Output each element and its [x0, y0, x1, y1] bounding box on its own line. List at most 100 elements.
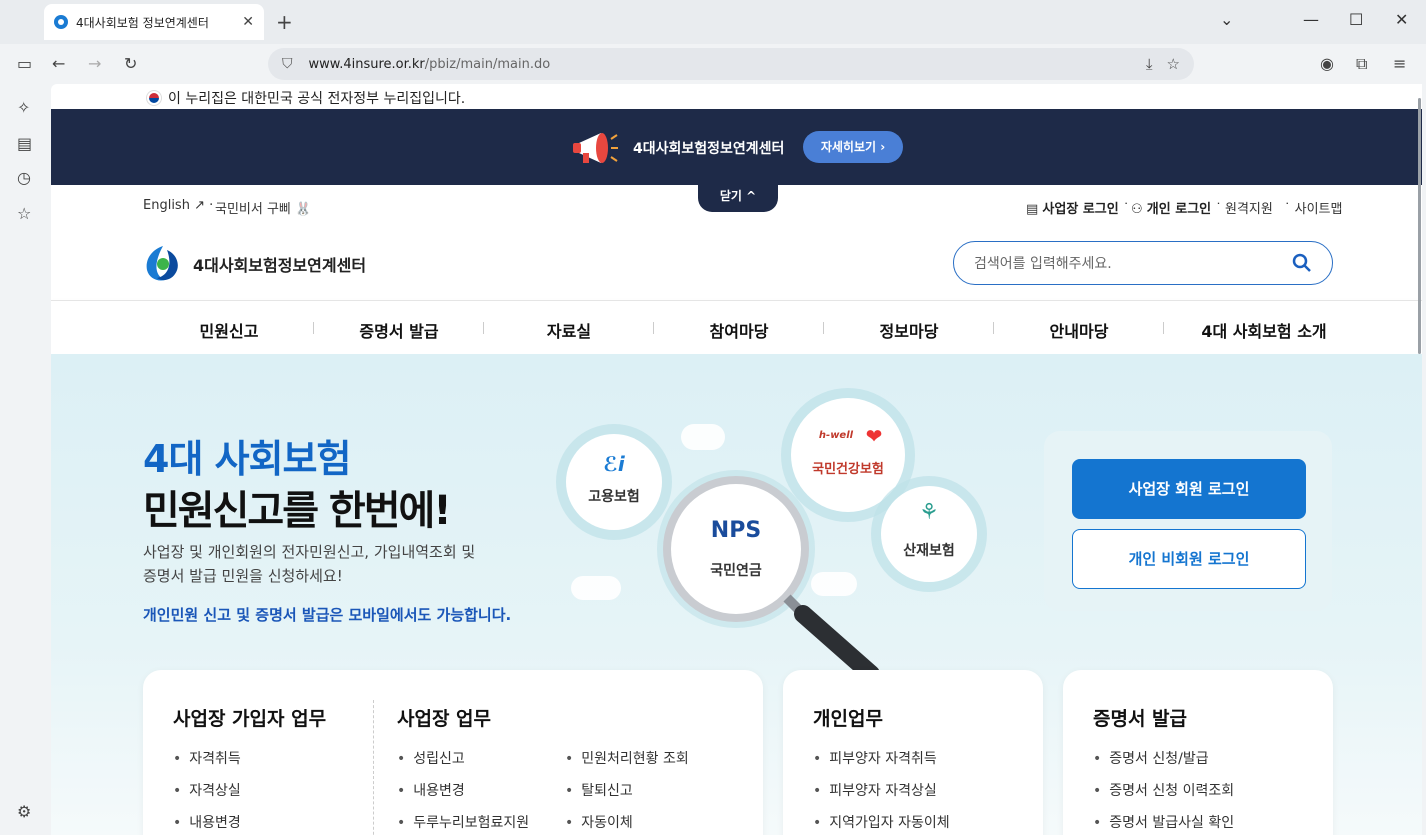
list-item[interactable]: 탈퇴신고: [565, 780, 633, 800]
hero-title-blue: 4대 사회보험: [143, 437, 351, 481]
banner-close-button[interactable]: 닫기 ^: [698, 184, 778, 212]
sitemap-link[interactable]: ˙ 사이트맵: [1284, 198, 1342, 217]
biz-subscriber-title: 사업장 가입자 업무: [173, 708, 327, 730]
personal-services-card: 개인업무 피부양자 자격취득 피부양자 자격상실 지역가입자 자동이체: [783, 670, 1043, 835]
tab-list-chevron-icon[interactable]: ⌄: [1220, 10, 1233, 29]
close-tab-icon[interactable]: ✕: [242, 14, 254, 30]
personal-title: 개인업무: [813, 708, 883, 730]
list-item[interactable]: 내용변경: [397, 780, 465, 800]
site-info-icon[interactable]: ⛉: [282, 56, 293, 72]
hero-section: 4대 사회보험 민원신고를 한번에! 사업장 및 개인회원의 전자민원신고, 가…: [51, 354, 1422, 835]
minimize-icon[interactable]: —: [1303, 10, 1319, 29]
list-item[interactable]: 두루누리보험료지원: [397, 812, 529, 832]
copilot-icon[interactable]: ✧: [17, 98, 30, 117]
list-item[interactable]: 증명서 발급사실 확인: [1093, 812, 1234, 832]
cert-title: 증명서 발급: [1093, 708, 1188, 730]
biz-services-card: 사업장 가입자 업무 자격취득 자격상실 내용변경 사업장 업무 성립신고 내용…: [143, 670, 763, 835]
list-item[interactable]: 증명서 신청/발급: [1093, 748, 1208, 768]
cloud-decoration: [681, 424, 725, 450]
health-label: 국민건강보험: [812, 462, 884, 477]
list-item[interactable]: 피부양자 자격취득: [813, 748, 937, 768]
hero-title-black: 민원신고를 한번에!: [143, 488, 452, 534]
login-panel: 사업장 회원 로그인 개인 비회원 로그인: [1044, 431, 1332, 611]
web-page: 이 누리집은 대한민국 공식 전자정부 누리집입니다. 4대사회보험정보연계센터…: [51, 84, 1422, 835]
gov-notice-text: 이 누리집은 대한민국 공식 전자정부 누리집입니다.: [168, 91, 466, 107]
profile-icon[interactable]: ◉: [1320, 54, 1334, 74]
hero-desc-line1: 사업장 및 개인회원의 전자민원신고, 가입내역조회 및: [143, 543, 476, 561]
biz-title: 사업장 업무: [397, 708, 492, 730]
certificate-card: 증명서 발급 증명서 신청/발급 증명서 신청 이력조회 증명서 발급사실 확인: [1063, 670, 1333, 835]
site-logo[interactable]: 4대사회보험정보연계센터: [143, 244, 366, 284]
page-scrollbar[interactable]: [1418, 98, 1421, 354]
gnb-item-guide[interactable]: 안내마당: [994, 318, 1164, 342]
collections-icon[interactable]: ▤: [17, 134, 32, 153]
biz-member-login-button[interactable]: 사업장 회원 로그인: [1072, 459, 1306, 519]
employment-logo-icon: ℰi: [603, 452, 625, 476]
pension-label: 국민연금: [710, 563, 762, 579]
magnifier-handle-icon: [783, 594, 880, 674]
remote-support-link[interactable]: 원격지원: [1225, 198, 1273, 217]
banner-details-button[interactable]: 자세히보기 ›: [803, 131, 903, 163]
gnb-item-info[interactable]: 정보마당: [824, 318, 994, 342]
cloud-decoration: [811, 572, 857, 596]
gnb-item-participation[interactable]: 참여마당: [654, 318, 824, 342]
install-app-icon[interactable]: ⤓: [1146, 55, 1153, 73]
settings-gear-icon[interactable]: ⚙: [17, 802, 31, 821]
list-item[interactable]: 자동이체: [565, 812, 633, 832]
back-icon[interactable]: ←: [52, 54, 65, 74]
tab-bar: 4대사회보험 정보연계센터 ✕ + ⌄ — ☐ ✕: [0, 0, 1426, 44]
gnb-item-certificate[interactable]: 증명서 발급: [314, 318, 484, 342]
megaphone-icon: [573, 133, 618, 163]
english-link[interactable]: English ↗ ·: [143, 198, 213, 213]
browser-toolbar: ▭ ← → ↻ ⛉ www.4insure.or.kr/pbiz/main/ma…: [0, 44, 1426, 84]
reload-icon[interactable]: ↻: [124, 54, 137, 74]
korea-flag-icon: [146, 90, 162, 106]
close-window-icon[interactable]: ✕: [1395, 10, 1408, 29]
nps-logo: NPS: [710, 518, 762, 543]
address-bar[interactable]: ⛉ www.4insure.or.kr/pbiz/main/main.do ⤓ …: [268, 48, 1194, 80]
banner-text: 4대사회보험정보연계센터: [633, 141, 785, 157]
new-tab-icon[interactable]: +: [276, 10, 293, 34]
history-icon[interactable]: ◷: [17, 168, 31, 187]
gov-notice: 이 누리집은 대한민국 공식 전자정부 누리집입니다.: [146, 88, 465, 108]
industrial-insurance-badge: ⚘ 산재보험: [881, 486, 977, 582]
extensions-icon[interactable]: ⧉: [1356, 54, 1367, 74]
personal-nonmember-login-button[interactable]: 개인 비회원 로그인: [1072, 529, 1306, 589]
menu-icon[interactable]: ≡: [1393, 54, 1406, 74]
list-item[interactable]: 성립신고: [397, 748, 465, 768]
gnb-item-about[interactable]: 4대 사회보험 소개: [1164, 318, 1364, 342]
logo-text: 4대사회보험정보연계센터: [193, 256, 367, 275]
list-item[interactable]: 자격상실: [173, 780, 241, 800]
gnb-item-complaint[interactable]: 민원신고: [144, 318, 314, 342]
hero-mobile-note: 개인민원 신고 및 증명서 발급은 모바일에서도 가능합니다.: [143, 606, 512, 624]
top-banner: 4대사회보험정보연계센터 자세히보기 ›: [51, 109, 1422, 185]
biz-login-link[interactable]: ▤ 사업장 로그인 ˙: [1026, 198, 1129, 217]
maximize-icon[interactable]: ☐: [1349, 10, 1363, 29]
personal-login-link[interactable]: ⚇ 개인 로그인 ˙: [1131, 198, 1222, 217]
search-input[interactable]: 검색어를 입력해주세요.: [953, 241, 1333, 285]
list-item[interactable]: 증명서 신청 이력조회: [1093, 780, 1234, 800]
card-divider: [373, 700, 374, 835]
forward-icon[interactable]: →: [88, 54, 101, 74]
gnb-item-library[interactable]: 자료실: [484, 318, 654, 342]
favorites-icon[interactable]: ☆: [17, 204, 31, 223]
employment-label: 고용보험: [588, 489, 640, 505]
logo-mark-icon: [146, 246, 178, 281]
tab-title: 4대사회보험 정보연계센터: [76, 15, 209, 30]
gukmin-secretary-link[interactable]: 국민비서 구삐 🐰: [215, 198, 311, 217]
employment-insurance-badge: ℰi 고용보험: [566, 434, 662, 530]
list-item[interactable]: 피부양자 자격상실: [813, 780, 937, 800]
list-item[interactable]: 지역가입자 자동이체: [813, 812, 949, 832]
list-item[interactable]: 민원처리현황 조회: [565, 748, 689, 768]
hero-description: 사업장 및 개인회원의 전자민원신고, 가입내역조회 및 증명서 발급 민원을 …: [143, 540, 563, 588]
health-insurance-badge: h-well ❤ 국민건강보험: [791, 398, 905, 512]
browser-tab[interactable]: 4대사회보험 정보연계센터 ✕: [44, 4, 264, 40]
search-icon[interactable]: [1292, 253, 1312, 273]
list-item[interactable]: 내용변경: [173, 812, 241, 832]
search-placeholder: 검색어를 입력해주세요.: [974, 256, 1112, 272]
industrial-logo-icon: ⚘: [919, 500, 939, 525]
bookmark-star-icon[interactable]: ☆: [1167, 55, 1180, 73]
industrial-label: 산재보험: [903, 543, 955, 559]
list-item[interactable]: 자격취득: [173, 748, 241, 768]
sidebar-toggle-icon[interactable]: ▭: [17, 54, 32, 74]
